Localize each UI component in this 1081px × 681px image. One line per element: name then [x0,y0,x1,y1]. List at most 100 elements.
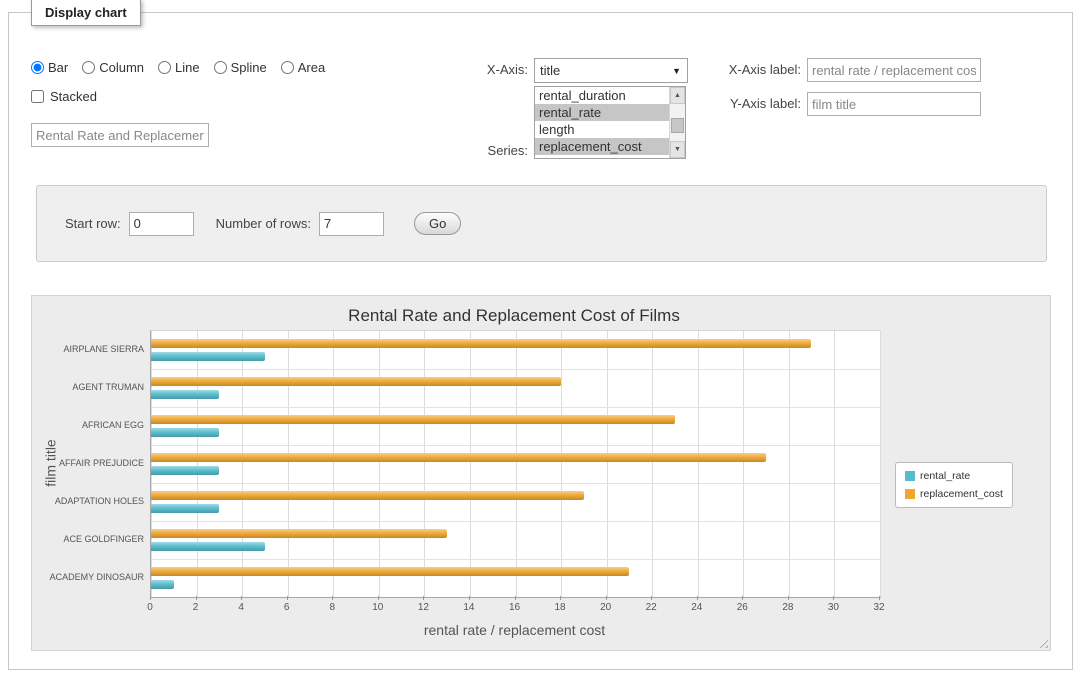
gridline-vertical [698,331,699,597]
tick-mark [332,596,333,600]
legend-swatch [905,471,915,481]
bar-replacement_cost[interactable] [151,453,766,462]
y-axis-labels: AIRPLANE SIERRAAGENT TRUMANAFRICAN EGGAF… [32,330,144,596]
x-tick-label: 2 [193,602,199,613]
tick-mark [788,596,789,600]
bar-replacement_cost[interactable] [151,339,811,348]
series-listbox[interactable]: rental_durationrental_ratelengthreplacem… [534,86,686,159]
bar-rental_rate[interactable] [151,466,219,475]
gridline-vertical [561,331,562,597]
gridline-horizontal [151,407,880,408]
bar-rental_rate[interactable] [151,580,174,589]
gridline-vertical [470,331,471,597]
tick-mark [423,596,424,600]
bar-replacement_cost[interactable] [151,377,561,386]
chart-type-radio[interactable] [214,61,227,74]
series-option[interactable]: length [535,121,669,138]
chart-type-column[interactable]: Column [82,60,144,75]
y-category-label: AFFAIR PREJUDICE [59,458,144,468]
tick-mark [150,596,151,600]
chart-type-area[interactable]: Area [281,60,325,75]
x-tick-label: 24 [691,602,702,613]
chart-type-label: Bar [48,60,68,75]
y-category-label: ACADEMY DINOSAUR [50,572,144,582]
chart-type-radio[interactable] [82,61,95,74]
start-row-input[interactable] [129,212,194,236]
bar-rental_rate[interactable] [151,428,219,437]
x-tick-label: 4 [238,602,244,613]
gridline-vertical [834,331,835,597]
bar-replacement_cost[interactable] [151,491,584,500]
chart-type-line[interactable]: Line [158,60,200,75]
x-axis-ticks: 02468101214161820222426283032 [150,596,879,618]
x-axis-label-input[interactable] [807,58,981,82]
legend-item[interactable]: replacement_cost [905,488,1003,500]
bar-replacement_cost[interactable] [151,567,629,576]
chart-type-radio[interactable] [281,61,294,74]
scrollbar-track[interactable] [670,104,685,141]
chart-type-radio[interactable] [31,61,44,74]
x-axis-select[interactable]: title ▼ [534,58,688,83]
bar-rental_rate[interactable] [151,390,219,399]
chart-type-radio[interactable] [158,61,171,74]
row-controls-panel: Start row: Number of rows: Go [36,185,1047,262]
series-option[interactable]: replacement_cost [535,138,669,155]
tick-mark [515,596,516,600]
x-tick-label: 12 [418,602,429,613]
series-option[interactable]: rental_duration [535,87,669,104]
y-axis-label-input[interactable] [807,92,981,116]
x-tick-label: 30 [828,602,839,613]
x-axis-title: rental rate / replacement cost [150,622,879,638]
number-of-rows-input[interactable] [319,212,384,236]
scroll-up-icon[interactable]: ▲ [670,87,685,104]
legend-item[interactable]: rental_rate [905,470,1003,482]
gridline-vertical [789,331,790,597]
chart-type-spline[interactable]: Spline [214,60,267,75]
bar-replacement_cost[interactable] [151,529,447,538]
tick-mark [287,596,288,600]
plot-area [150,330,881,598]
tick-mark [833,596,834,600]
gridline-vertical [607,331,608,597]
gridline-vertical [424,331,425,597]
stacked-checkbox[interactable] [31,90,44,103]
bar-rental_rate[interactable] [151,504,219,513]
gridline-vertical [242,331,243,597]
stacked-checkbox-row[interactable]: Stacked [31,89,97,104]
y-category-label: AGENT TRUMAN [72,382,144,392]
chart-type-radios: Bar Column Line Spline Area [31,57,325,77]
chart-type-bar[interactable]: Bar [31,60,68,75]
x-tick-label: 0 [147,602,153,613]
scroll-down-icon[interactable]: ▼ [670,141,685,158]
legend-swatch [905,489,915,499]
bar-replacement_cost[interactable] [151,415,675,424]
x-tick-label: 6 [284,602,290,613]
scrollbar-thumb[interactable] [671,118,684,133]
resize-handle-icon[interactable] [1036,636,1048,648]
tick-mark [241,596,242,600]
bar-rental_rate[interactable] [151,542,265,551]
gridline-vertical [516,331,517,597]
gridline-vertical [652,331,653,597]
series-option[interactable]: rental_rate [535,104,669,121]
x-tick-label: 32 [873,602,884,613]
gridline-vertical [288,331,289,597]
gridline-horizontal [151,445,880,446]
tick-mark [469,596,470,600]
chart-type-label: Column [99,60,144,75]
gridline-horizontal [151,521,880,522]
series-scrollbar[interactable]: ▲ ▼ [669,87,685,158]
go-button[interactable]: Go [414,212,461,235]
tick-mark [697,596,698,600]
tick-mark [606,596,607,600]
chart-title-input[interactable] [31,123,209,147]
bar-rental_rate[interactable] [151,352,265,361]
gridline-horizontal [151,559,880,560]
x-tick-label: 20 [600,602,611,613]
chart-type-label: Area [298,60,325,75]
x-axis-label-field-label: X-Axis label: [719,62,801,77]
page: Display chart Bar Column Line Spline Are… [0,0,1081,681]
x-tick-label: 28 [782,602,793,613]
gridline-vertical [379,331,380,597]
series-listbox-options: rental_durationrental_ratelengthreplacem… [535,87,669,158]
